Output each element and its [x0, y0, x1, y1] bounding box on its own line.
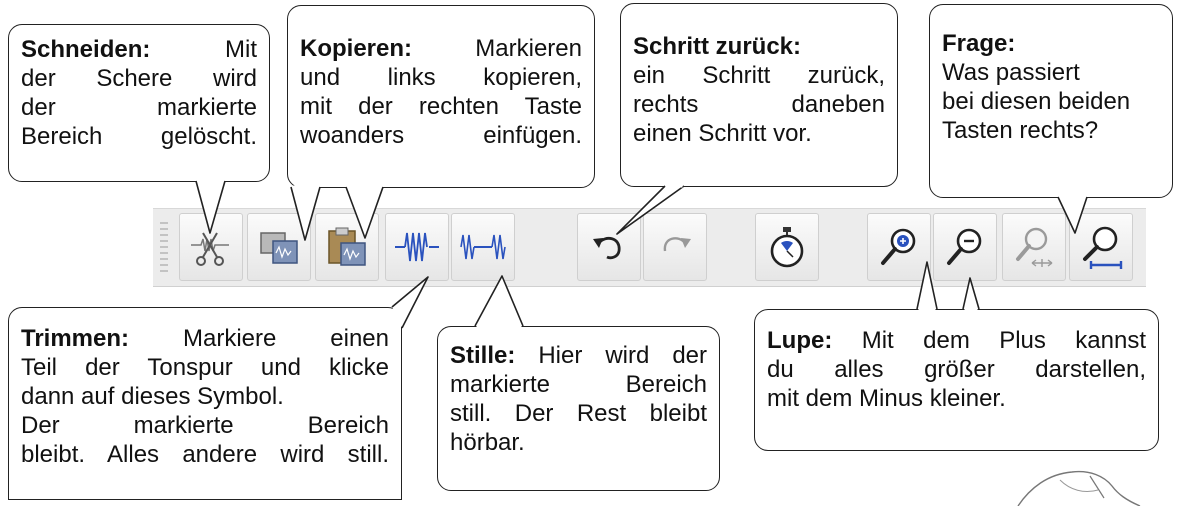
undo-button[interactable]: [577, 213, 641, 281]
callout-schneiden: Schneiden: Mit der Schere wird der marki…: [8, 24, 270, 182]
redo-icon: [663, 237, 691, 252]
paste-icon: [328, 227, 366, 266]
copy-icon: [260, 232, 298, 264]
redo-button[interactable]: [643, 213, 707, 281]
callout-title: Kopieren:: [300, 35, 413, 62]
undo-icon: [593, 236, 621, 260]
silence-button[interactable]: [451, 213, 515, 281]
cut-button[interactable]: [179, 213, 243, 281]
zoom-out-button[interactable]: [933, 213, 997, 281]
trim-icon: [395, 232, 439, 262]
copy-button[interactable]: [247, 213, 311, 281]
timer-button[interactable]: [755, 213, 819, 281]
timer-icon: [770, 227, 804, 268]
scissors-icon: [191, 232, 229, 266]
zoom-in-icon: [881, 228, 916, 265]
fit-selection-icon: [1016, 227, 1053, 267]
callout-frage: Frage: Was passiert bei diesen beiden Ta…: [929, 4, 1173, 198]
callout-title: Trimmen:: [21, 325, 130, 352]
edit-toolbar: [153, 208, 1146, 287]
callout-title: Frage:: [942, 30, 1016, 57]
fit-project-icon: [1083, 226, 1123, 269]
callout-trimmen: Trimmen: Markiere einen Teil der Tonspur…: [8, 307, 402, 500]
callout-title: Schneiden:: [21, 36, 151, 63]
callout-kopieren: Kopieren: Markieren und links kopieren, …: [287, 5, 595, 188]
callout-title: Stille:: [450, 342, 516, 369]
zoom-in-button[interactable]: [867, 213, 931, 281]
callout-stille: Stille: Hier wird der markierte Bereich …: [437, 326, 720, 491]
trim-button[interactable]: [385, 213, 449, 281]
paste-button[interactable]: [315, 213, 379, 281]
callout-title: Schritt zurück:: [633, 33, 802, 60]
callout-lupe: Lupe: Mit dem Plus kannst du alles größe…: [754, 309, 1159, 451]
grip-icon[interactable]: [159, 221, 169, 275]
zoom-out-icon: [947, 228, 982, 265]
callout-title: Lupe:: [767, 327, 833, 354]
fit-selection-button[interactable]: [1002, 213, 1066, 281]
callout-schritt-zurueck: Schritt zurück: ein Schritt zurück, rech…: [620, 3, 898, 187]
silence-icon: [460, 234, 506, 260]
fit-project-button[interactable]: [1069, 213, 1133, 281]
